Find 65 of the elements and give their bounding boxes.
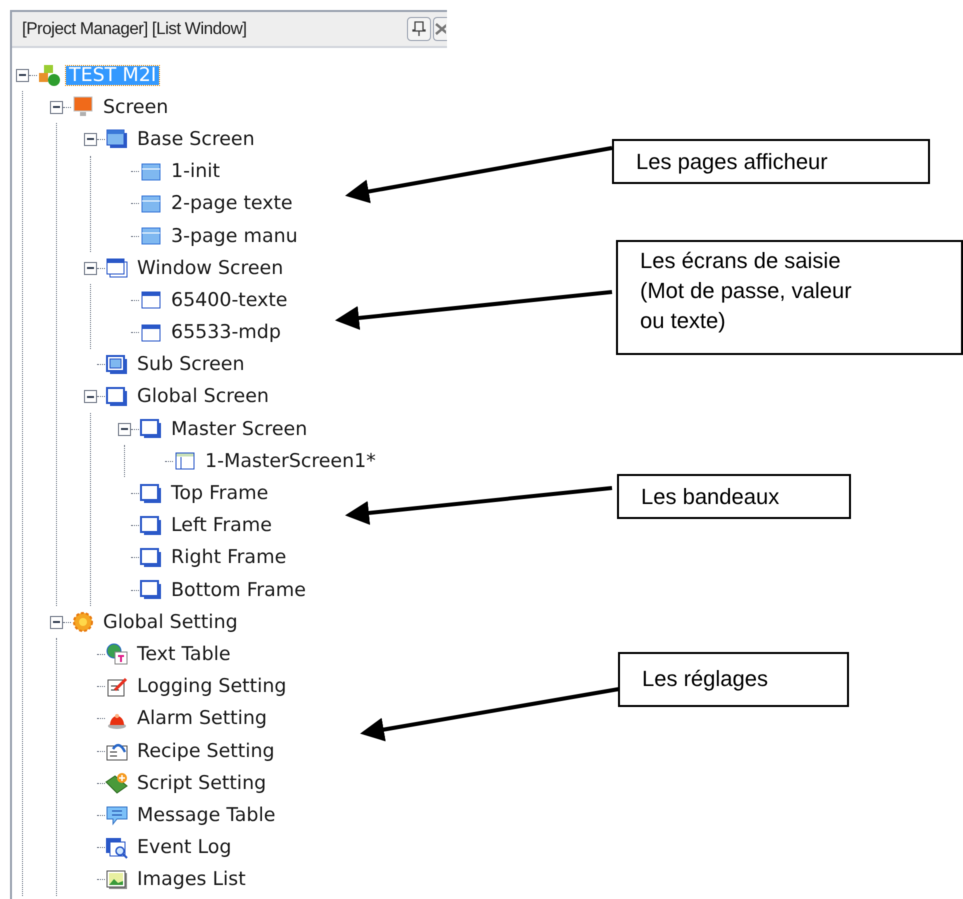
stacked-windows-icon [105, 354, 129, 376]
speech-bubble-icon [105, 804, 129, 826]
stacked-windows-icon [139, 482, 163, 505]
stacked-windows-icon [105, 128, 129, 150]
stacked-windows-icon [139, 579, 163, 602]
close-icon [434, 22, 446, 36]
tree-item[interactable]: Global Screen [134, 387, 272, 406]
callout-label: Les pages afficheur [612, 139, 930, 184]
callout-label: Les bandeaux [617, 474, 851, 519]
tree-item[interactable]: 1-MasterScreen1* [202, 452, 379, 471]
stacked-windows-icon [139, 546, 163, 569]
stacked-windows-icon [139, 514, 163, 537]
monitor-icon [71, 96, 95, 118]
globe-text-icon [105, 643, 129, 666]
tree-item[interactable]: Script Setting [134, 774, 270, 793]
close-button[interactable] [433, 17, 447, 41]
window-icon [139, 225, 163, 248]
window-icon [139, 289, 163, 312]
picture-frame-icon [105, 868, 129, 891]
window-icon [139, 322, 163, 344]
tree-item[interactable]: Master Screen [168, 420, 310, 439]
tree-item[interactable]: Recipe Setting [134, 742, 278, 761]
gear-icon [71, 611, 95, 634]
window-icon [139, 160, 163, 183]
tree-item[interactable]: Logging Setting [134, 677, 290, 696]
tree-item[interactable]: 65400-texte [168, 290, 290, 310]
tree-item[interactable]: 3-page manu [168, 226, 301, 246]
panel-title: [Project Manager] [List Window] [22, 18, 246, 40]
callout-label: Les écrans de saisie (Mot de passe, valeur ou texte) [616, 240, 963, 355]
stacked-windows-icon [105, 257, 129, 280]
collapse-toggle[interactable] [84, 390, 97, 404]
collapse-toggle[interactable] [16, 68, 29, 82]
tree-item[interactable]: Window Screen [134, 258, 286, 278]
cubes-icon [37, 64, 61, 86]
collapse-toggle[interactable] [118, 422, 131, 436]
tree-item[interactable]: Alarm Setting [134, 709, 270, 728]
tree-item[interactable]: Bottom Frame [168, 580, 309, 600]
pin-button[interactable] [407, 17, 431, 41]
tree-item[interactable]: Text Table [134, 644, 234, 664]
tree-item[interactable]: Global Setting [100, 612, 241, 632]
tree-item[interactable]: Event Log [134, 838, 234, 858]
tree-item[interactable]: 65533-mdp [168, 323, 284, 342]
stacked-windows-icon [139, 418, 163, 440]
notepad-pencil-icon [105, 676, 129, 698]
tree-item[interactable]: 1-init [168, 162, 223, 182]
tree-item[interactable]: Screen [100, 98, 172, 117]
tree-item[interactable]: Message Table [134, 806, 278, 825]
collapse-toggle[interactable] [50, 616, 63, 629]
callout-label: Les réglages [618, 652, 849, 707]
collapse-toggle[interactable] [84, 262, 97, 275]
tree-item[interactable]: Base Screen [134, 130, 258, 149]
stacked-windows-icon [105, 386, 129, 408]
tree-item[interactable]: Images List [134, 870, 249, 890]
tree-item[interactable]: Top Frame [168, 484, 272, 504]
script-plus-icon [105, 772, 129, 794]
pin-icon [412, 21, 426, 37]
collapse-toggle[interactable] [84, 132, 97, 146]
tree-item[interactable]: Right Frame [168, 548, 290, 568]
log-search-icon [105, 836, 129, 859]
collapse-toggle[interactable] [50, 100, 63, 114]
tree-item[interactable]: Left Frame [168, 516, 275, 536]
tree-item[interactable]: Sub Screen [134, 355, 248, 374]
window-icon [139, 192, 163, 215]
window-icon [173, 450, 197, 472]
tree-item[interactable]: 2-page texte [168, 194, 296, 214]
